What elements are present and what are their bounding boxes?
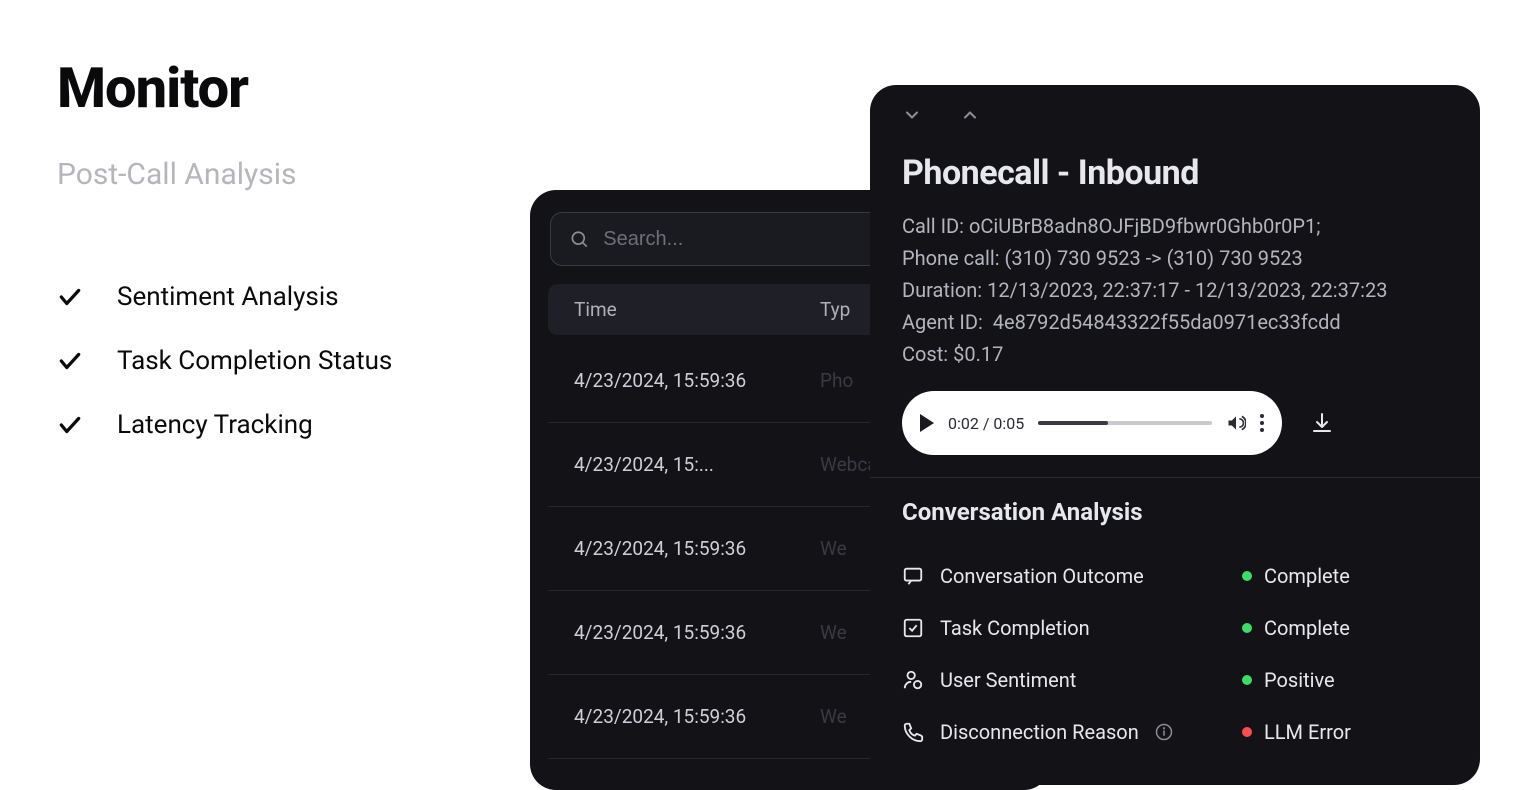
analysis-row-disconnect: Disconnection Reason LLM Error — [902, 706, 1448, 758]
page-subtitle: Post-Call Analysis — [57, 157, 477, 192]
more-icon[interactable] — [1260, 414, 1264, 432]
meta-duration: Duration: 12/13/2023, 22:37:17 - 12/13/2… — [902, 275, 1448, 305]
analysis-status: Positive — [1264, 668, 1335, 692]
check-square-icon — [902, 617, 924, 639]
divider — [870, 477, 1480, 478]
analysis-status: Complete — [1264, 616, 1350, 640]
status-dot — [1242, 571, 1252, 581]
analysis-row-sentiment: User Sentiment Positive — [902, 654, 1448, 706]
audio-player[interactable]: 0:02 / 0:05 — [902, 391, 1282, 455]
analysis-heading: Conversation Analysis — [902, 498, 1448, 526]
feature-label: Sentiment Analysis — [117, 282, 339, 312]
audio-time: 0:02 / 0:05 — [948, 414, 1024, 433]
play-icon[interactable] — [920, 414, 934, 432]
meta-call-id: Call ID: oCiUBrB8adn8OJFjBD9fbwr0Ghb0r0P… — [902, 211, 1448, 241]
check-icon — [57, 412, 83, 438]
analysis-label: Conversation Outcome — [940, 564, 1144, 588]
cell-time: 4/23/2024, 15:... — [574, 453, 820, 476]
check-icon — [57, 284, 83, 310]
feature-item: Task Completion Status — [57, 346, 477, 376]
volume-icon[interactable] — [1226, 413, 1246, 433]
check-icon — [57, 348, 83, 374]
header-time: Time — [574, 298, 820, 321]
feature-label: Latency Tracking — [117, 410, 313, 440]
analysis-row-outcome: Conversation Outcome Complete — [902, 550, 1448, 602]
analysis-label: Disconnection Reason — [940, 720, 1139, 744]
status-dot — [1242, 675, 1252, 685]
info-icon[interactable] — [1155, 723, 1173, 741]
chevron-down-icon[interactable] — [902, 105, 922, 125]
meta-cost: Cost: $0.17 — [902, 339, 1448, 369]
user-icon — [902, 669, 924, 691]
cell-time: 4/23/2024, 15:59:36 — [574, 537, 820, 560]
status-dot — [1242, 727, 1252, 737]
meta-phone: Phone call: (310) 730 9523 -> (310) 730 … — [902, 243, 1448, 273]
analysis-status: Complete — [1264, 564, 1350, 588]
detail-title: Phonecall - Inbound — [902, 153, 1448, 193]
chat-icon — [902, 565, 924, 587]
analysis-row-task: Task Completion Complete — [902, 602, 1448, 654]
feature-list: Sentiment Analysis Task Completion Statu… — [57, 282, 477, 440]
download-icon[interactable] — [1310, 411, 1334, 435]
chevron-up-icon[interactable] — [960, 105, 980, 125]
meta-agent: Agent ID: 4e8792d54843322f55da0971ec33fc… — [902, 307, 1448, 337]
feature-item: Sentiment Analysis — [57, 282, 477, 312]
status-dot — [1242, 623, 1252, 633]
feature-label: Task Completion Status — [117, 346, 392, 376]
cell-time: 4/23/2024, 15:59:36 — [574, 369, 820, 392]
audio-track[interactable] — [1038, 421, 1212, 425]
page-title: Monitor — [57, 55, 477, 121]
analysis-status: LLM Error — [1264, 720, 1351, 744]
analysis-label: User Sentiment — [940, 668, 1076, 692]
call-detail-panel: Phonecall - Inbound Call ID: oCiUBrB8adn… — [870, 85, 1480, 785]
phone-icon — [902, 721, 924, 743]
cell-time: 4/23/2024, 15:59:36 — [574, 621, 820, 644]
feature-item: Latency Tracking — [57, 410, 477, 440]
analysis-label: Task Completion — [940, 616, 1090, 640]
cell-time: 4/23/2024, 15:59:36 — [574, 705, 820, 728]
search-icon — [569, 228, 589, 250]
